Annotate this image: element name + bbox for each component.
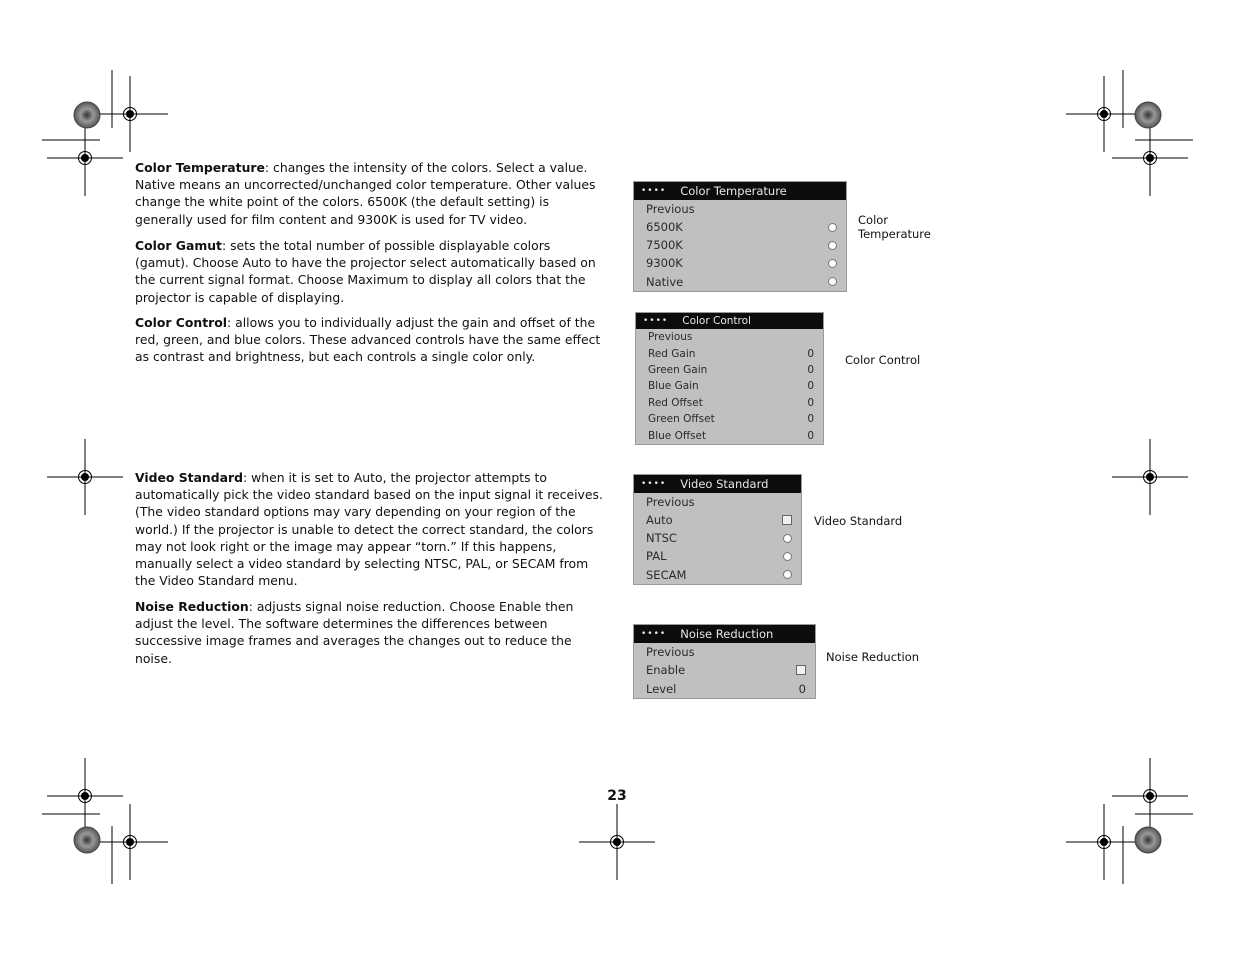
crosshair-icon [1065, 75, 1143, 153]
crosshair-icon [46, 757, 124, 835]
color-target-icon [73, 826, 101, 854]
color-target-icon [1134, 826, 1162, 854]
crosshair-icon [91, 803, 169, 881]
crosshair-icon [1111, 119, 1189, 197]
crosshair-icon [91, 75, 169, 153]
crosshair-icon [578, 803, 656, 881]
registration-marks [42, 70, 1193, 884]
crosshair-icon [46, 119, 124, 197]
crosshair-icon [1111, 757, 1189, 835]
color-target-icon [1134, 101, 1162, 129]
crosshair-icon [1065, 803, 1143, 881]
crosshair-icon [1111, 438, 1189, 516]
color-target-icon [73, 101, 101, 129]
crosshair-icon [46, 438, 124, 516]
